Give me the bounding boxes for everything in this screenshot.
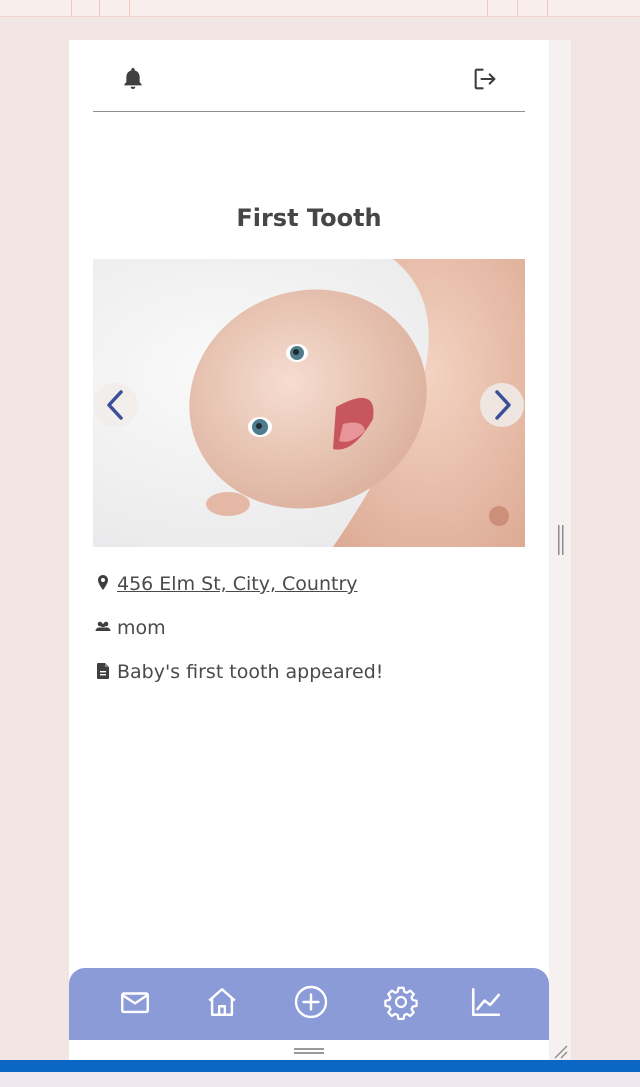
mail-icon[interactable] [117, 984, 153, 1020]
resize-grip-icon[interactable] [552, 1043, 568, 1059]
chart-line-icon[interactable] [468, 984, 504, 1020]
carousel-prev-button[interactable] [94, 383, 138, 427]
description-row: Baby's first tooth appeared! [93, 660, 525, 704]
person-row: mom [93, 616, 525, 660]
photo-carousel[interactable] [93, 259, 525, 547]
strip-divider [129, 0, 130, 16]
browser-top-strip [0, 0, 640, 17]
strip-divider [547, 0, 548, 16]
description-text: Baby's first tooth appeared! [117, 661, 384, 683]
baby-photo [93, 259, 525, 547]
drag-handle[interactable] [293, 1045, 325, 1057]
strip-divider [517, 0, 518, 16]
strip-divider [71, 0, 72, 16]
memory-details: 456 Elm St, City, Country mom Baby's fir… [93, 572, 525, 704]
people-icon [95, 621, 111, 631]
chevron-right-icon [495, 390, 511, 420]
strip-divider [99, 0, 100, 16]
bottom-navigation [69, 968, 549, 1040]
strip-divider [487, 0, 488, 16]
app-screen: First Tooth 456 Elm St, City, Country mo… [69, 40, 549, 1060]
document-icon [97, 663, 109, 679]
location-row: 456 Elm St, City, Country [93, 572, 525, 616]
map-pin-icon [98, 575, 108, 590]
carousel-next-button[interactable] [480, 383, 524, 427]
add-circle-icon[interactable] [293, 984, 329, 1020]
memory-title: First Tooth [236, 204, 382, 232]
chevron-left-icon [107, 390, 123, 420]
person-label: mom [117, 617, 166, 639]
location-link[interactable]: 456 Elm St, City, Country [117, 572, 358, 596]
logout-icon[interactable] [471, 65, 499, 93]
top-bar [93, 40, 525, 112]
gear-icon[interactable] [383, 984, 419, 1020]
device-frame: First Tooth 456 Elm St, City, Country mo… [69, 40, 571, 1060]
os-tray [0, 1072, 640, 1087]
home-icon[interactable] [204, 984, 240, 1020]
os-taskbar [0, 1060, 640, 1072]
bell-icon[interactable] [119, 65, 147, 93]
splitter-handle[interactable] [557, 525, 565, 555]
